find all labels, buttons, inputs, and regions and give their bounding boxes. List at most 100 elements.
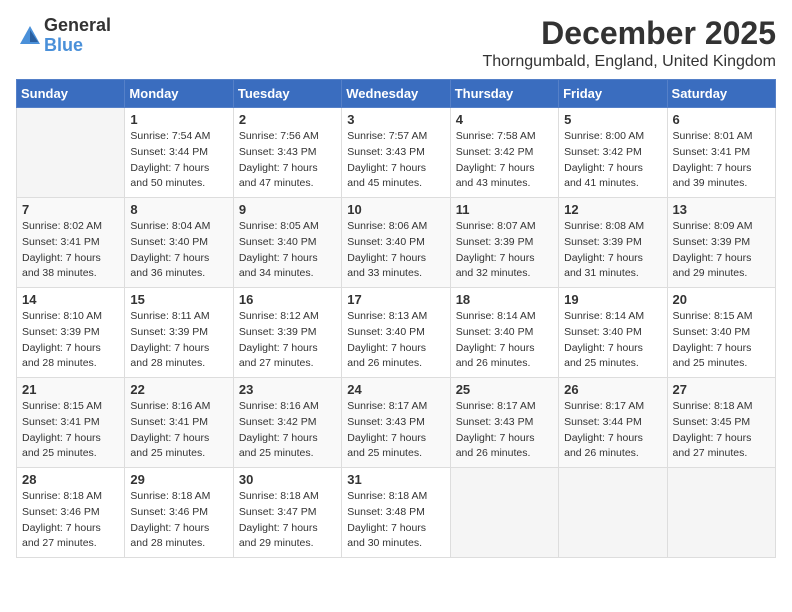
sunset-text: Sunset: 3:48 PM [347,506,425,518]
day-info: Sunrise: 8:11 AMSunset: 3:39 PMDaylight:… [130,309,227,372]
daylight-text-line2: and 25 minutes. [673,357,748,369]
day-info: Sunrise: 8:18 AMSunset: 3:46 PMDaylight:… [130,489,227,552]
calendar-cell: 29Sunrise: 8:18 AMSunset: 3:46 PMDayligh… [125,468,233,558]
day-info: Sunrise: 8:04 AMSunset: 3:40 PMDaylight:… [130,219,227,282]
calendar-cell: 2Sunrise: 7:56 AMSunset: 3:43 PMDaylight… [233,108,341,198]
calendar-cell: 7Sunrise: 8:02 AMSunset: 3:41 PMDaylight… [17,198,125,288]
sunset-text: Sunset: 3:39 PM [22,326,100,338]
daylight-text-line2: and 39 minutes. [673,177,748,189]
daylight-text-line1: Daylight: 7 hours [456,162,535,174]
sunset-text: Sunset: 3:41 PM [22,236,100,248]
day-info: Sunrise: 8:18 AMSunset: 3:46 PMDaylight:… [22,489,119,552]
daylight-text-line1: Daylight: 7 hours [239,162,318,174]
daylight-text-line1: Daylight: 7 hours [130,342,209,354]
sunrise-text: Sunrise: 7:56 AM [239,130,319,142]
daylight-text-line2: and 34 minutes. [239,267,314,279]
calendar-cell: 4Sunrise: 7:58 AMSunset: 3:42 PMDaylight… [450,108,558,198]
sunset-text: Sunset: 3:40 PM [347,236,425,248]
day-info: Sunrise: 8:09 AMSunset: 3:39 PMDaylight:… [673,219,770,282]
calendar-cell [17,108,125,198]
sunrise-text: Sunrise: 8:14 AM [456,310,536,322]
daylight-text-line2: and 30 minutes. [347,537,422,549]
daylight-text-line1: Daylight: 7 hours [239,252,318,264]
sunset-text: Sunset: 3:43 PM [239,146,317,158]
daylight-text-line1: Daylight: 7 hours [673,252,752,264]
sunset-text: Sunset: 3:47 PM [239,506,317,518]
daylight-text-line1: Daylight: 7 hours [239,432,318,444]
sunrise-text: Sunrise: 8:14 AM [564,310,644,322]
calendar-cell: 23Sunrise: 8:16 AMSunset: 3:42 PMDayligh… [233,378,341,468]
daylight-text-line2: and 38 minutes. [22,267,97,279]
daylight-text-line2: and 41 minutes. [564,177,639,189]
sunset-text: Sunset: 3:42 PM [239,416,317,428]
daylight-text-line1: Daylight: 7 hours [347,252,426,264]
sunset-text: Sunset: 3:44 PM [564,416,642,428]
calendar-week-2: 7Sunrise: 8:02 AMSunset: 3:41 PMDaylight… [17,198,776,288]
calendar-cell: 6Sunrise: 8:01 AMSunset: 3:41 PMDaylight… [667,108,775,198]
day-info: Sunrise: 8:08 AMSunset: 3:39 PMDaylight:… [564,219,661,282]
location-subtitle: Thorngumbald, England, United Kingdom [482,53,776,71]
sunrise-text: Sunrise: 8:02 AM [22,220,102,232]
sunrise-text: Sunrise: 7:54 AM [130,130,210,142]
daylight-text-line2: and 25 minutes. [130,447,205,459]
sunset-text: Sunset: 3:43 PM [347,146,425,158]
sunrise-text: Sunrise: 8:17 AM [347,400,427,412]
daylight-text-line2: and 27 minutes. [22,537,97,549]
sunrise-text: Sunrise: 8:13 AM [347,310,427,322]
day-info: Sunrise: 8:12 AMSunset: 3:39 PMDaylight:… [239,309,336,372]
day-info: Sunrise: 8:16 AMSunset: 3:41 PMDaylight:… [130,399,227,462]
day-info: Sunrise: 7:56 AM Sunset: 3:43 PM Daylight:… [239,129,336,192]
daylight-text-line1: Daylight: 7 hours [130,522,209,534]
day-info: Sunrise: 7:57 AMSunset: 3:43 PMDaylight:… [347,129,444,192]
logo-blue-text: Blue [44,35,83,55]
sunset-text: Sunset: 3:44 PM [130,146,208,158]
calendar-cell [667,468,775,558]
calendar-cell: 28Sunrise: 8:18 AMSunset: 3:46 PMDayligh… [17,468,125,558]
daylight-text-line1: Daylight: 7 hours [347,162,426,174]
daylight-text-line2: and 33 minutes. [347,267,422,279]
sunset-text: Sunset: 3:46 PM [22,506,100,518]
sunrise-text: Sunrise: 8:04 AM [130,220,210,232]
sunset-text: Sunset: 3:40 PM [130,236,208,248]
weekday-header-thursday: Thursday [450,80,558,108]
sunset-text: Sunset: 3:40 PM [673,326,751,338]
calendar-table: SundayMondayTuesdayWednesdayThursdayFrid… [16,79,776,558]
sunrise-text: Sunrise: 8:18 AM [347,490,427,502]
daylight-text-line2: and 45 minutes. [347,177,422,189]
day-number: 3 [347,112,444,127]
sunset-text: Sunset: 3:40 PM [564,326,642,338]
sunrise-text: Sunrise: 8:18 AM [22,490,102,502]
day-info: Sunrise: 8:15 AMSunset: 3:41 PMDaylight:… [22,399,119,462]
day-info: Sunrise: 8:14 AMSunset: 3:40 PMDaylight:… [564,309,661,372]
calendar-cell: 11Sunrise: 8:07 AMSunset: 3:39 PMDayligh… [450,198,558,288]
day-info: Sunrise: 8:02 AMSunset: 3:41 PMDaylight:… [22,219,119,282]
weekday-header-tuesday: Tuesday [233,80,341,108]
day-number: 6 [673,112,770,127]
sunrise-text: Sunrise: 8:01 AM [673,130,753,142]
day-number: 15 [130,292,227,307]
sunset-text: Sunset: 3:42 PM [456,146,534,158]
day-info: Sunrise: 8:17 AMSunset: 3:43 PMDaylight:… [456,399,553,462]
day-number: 23 [239,382,336,397]
calendar-cell: 26Sunrise: 8:17 AMSunset: 3:44 PMDayligh… [559,378,667,468]
logo-icon [16,22,44,50]
sunrise-text: Sunrise: 8:16 AM [130,400,210,412]
day-info: Sunrise: 8:14 AMSunset: 3:40 PMDaylight:… [456,309,553,372]
daylight-text-line1: Daylight: 7 hours [564,162,643,174]
daylight-text-line2: and 28 minutes. [22,357,97,369]
sunset-text: Sunset: 3:39 PM [564,236,642,248]
calendar-cell [450,468,558,558]
daylight-text-line2: and 29 minutes. [673,267,748,279]
calendar-cell: 24Sunrise: 8:17 AMSunset: 3:43 PMDayligh… [342,378,450,468]
daylight-text-line2: and 31 minutes. [564,267,639,279]
sunset-text: Sunset: 3:45 PM [673,416,751,428]
sunrise-text: Sunrise: 8:11 AM [130,310,209,322]
daylight-text-line1: Daylight: 7 hours [564,252,643,264]
sunrise-text: Sunrise: 7:58 AM [456,130,536,142]
daylight-text-line2: and 36 minutes. [130,267,205,279]
day-info: Sunrise: 8:00 AMSunset: 3:42 PMDaylight:… [564,129,661,192]
daylight-text-line1: Daylight: 7 hours [673,162,752,174]
day-number: 1 [130,112,227,127]
calendar-cell: 15 Sunrise: 8:11 AMSunset: 3:39 PMDayligh… [125,288,233,378]
sunset-text: Sunset: 3:39 PM [673,236,751,248]
